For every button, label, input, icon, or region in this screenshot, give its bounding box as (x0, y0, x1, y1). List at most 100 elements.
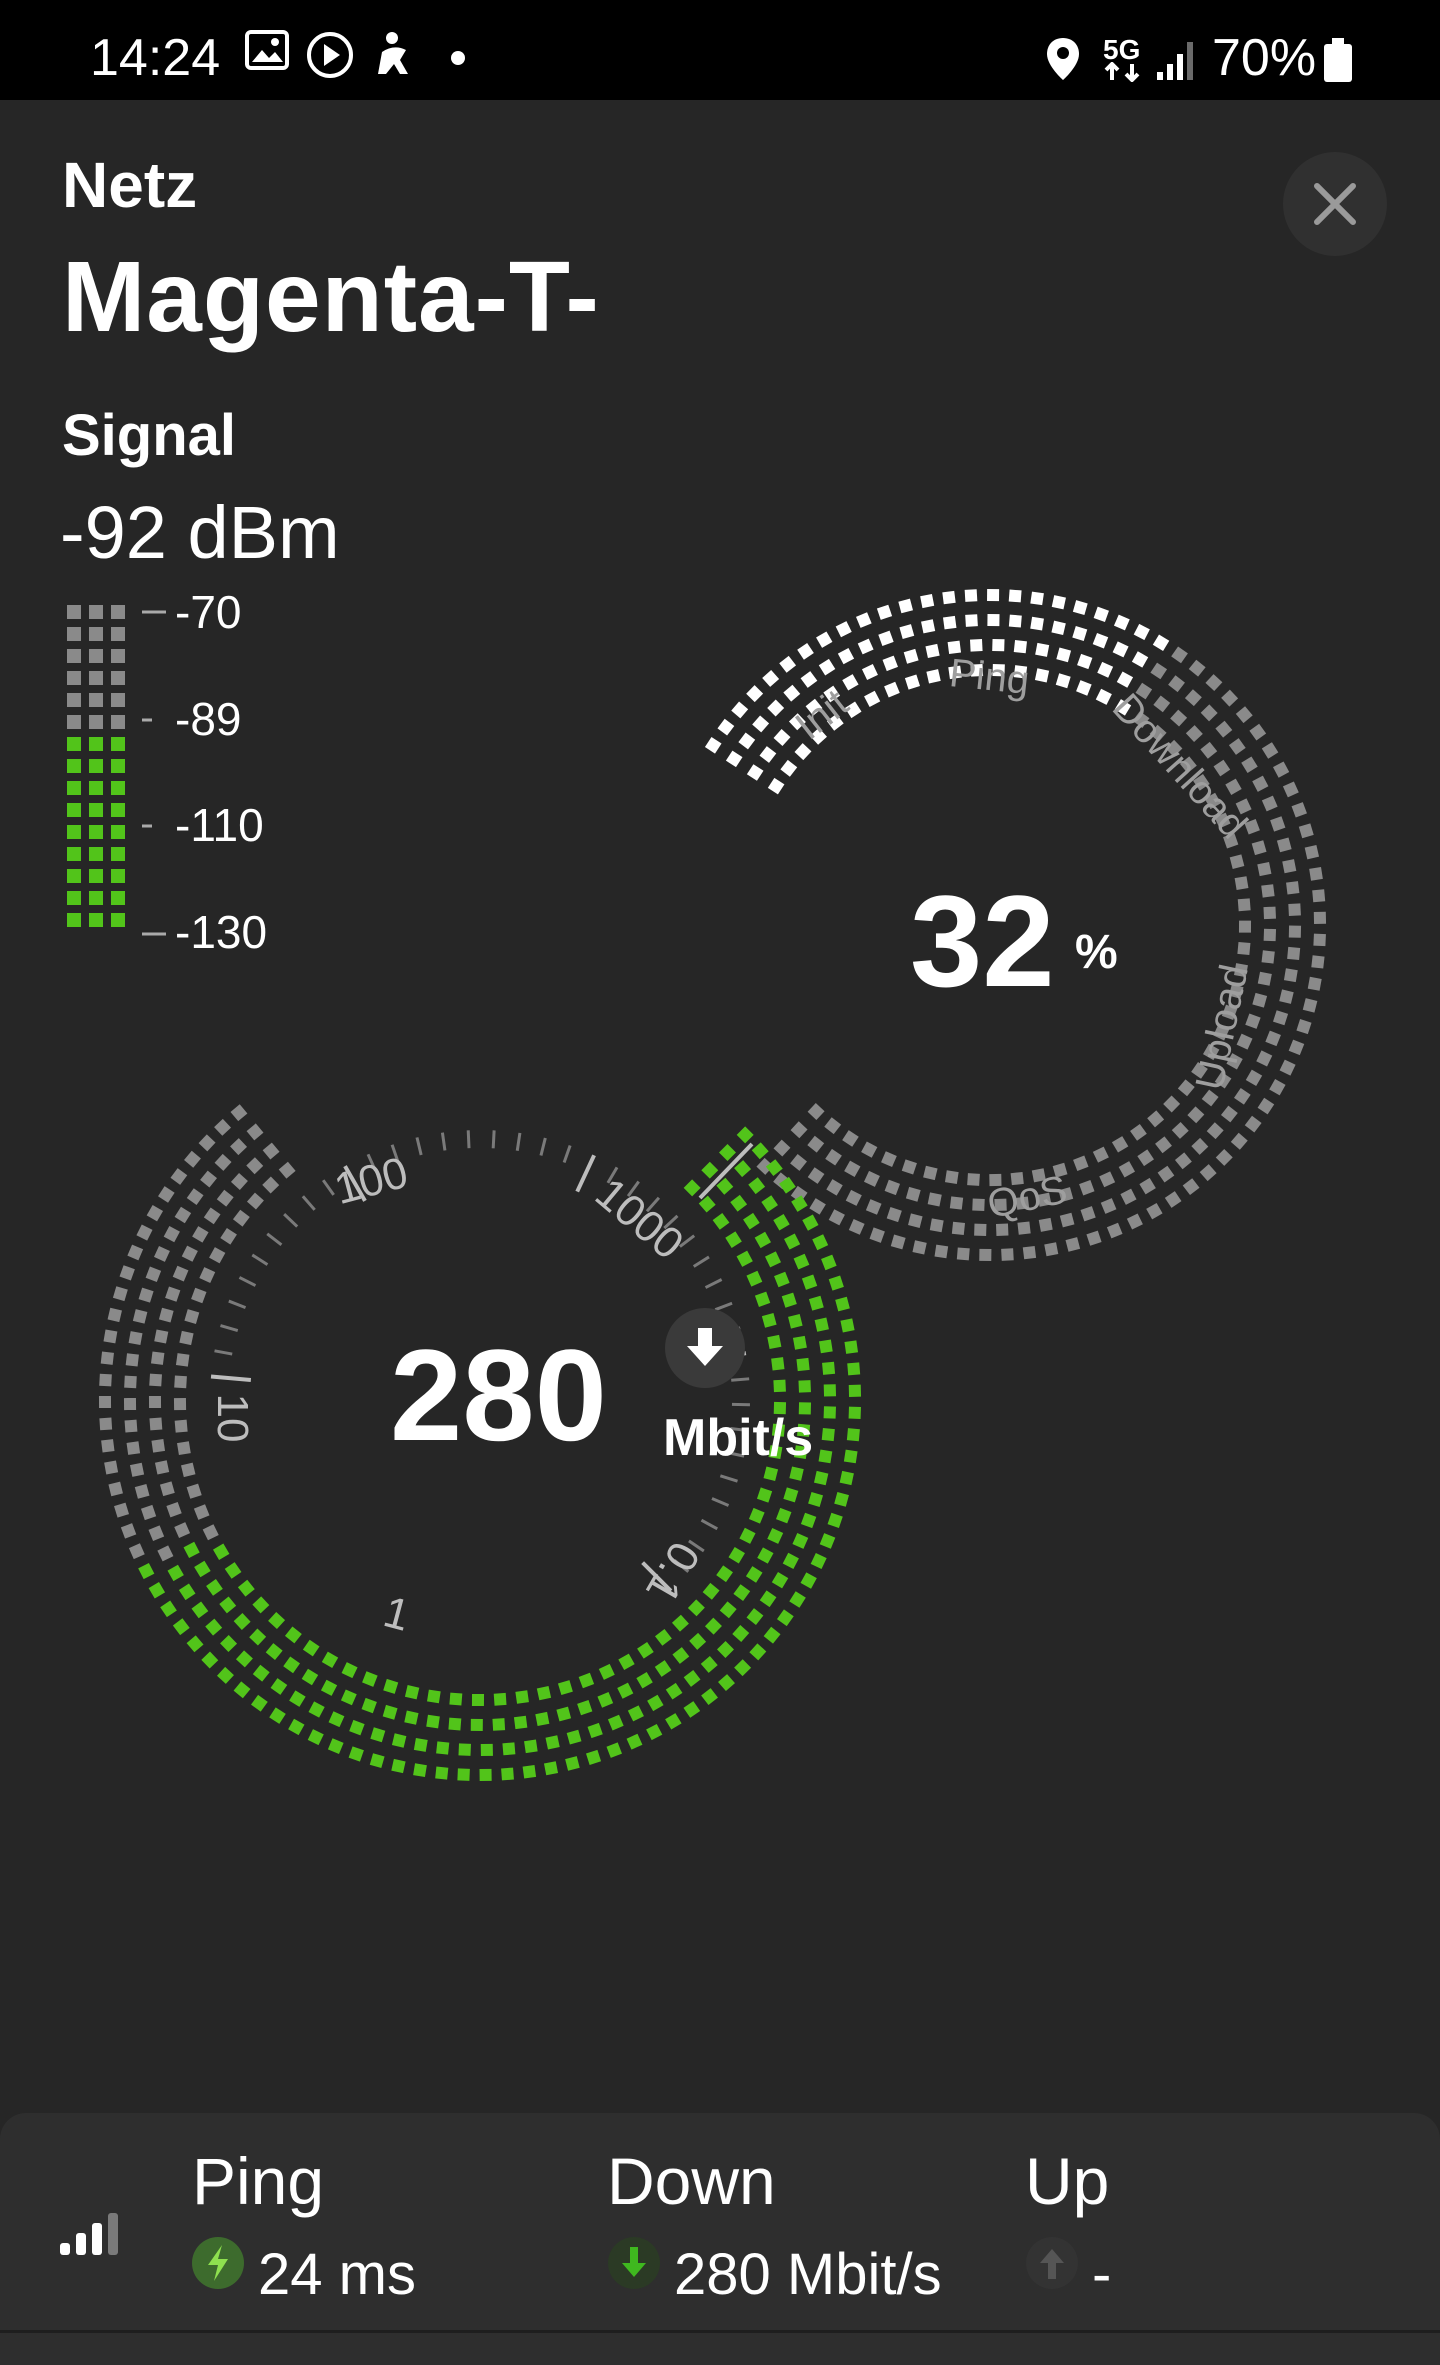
progress-dot (1017, 1221, 1031, 1235)
progress-dot (1276, 837, 1292, 853)
progress-dot (905, 1186, 921, 1202)
progress-dot (1261, 950, 1275, 964)
progress-dot (967, 1173, 980, 1186)
speed-scale-tick (228, 1299, 247, 1310)
progress-dot (1118, 1161, 1136, 1178)
progress-dot (1086, 1230, 1102, 1246)
speed-dot (773, 1214, 790, 1231)
speed-dot (665, 1713, 682, 1730)
progress-dot (1283, 968, 1298, 983)
progress-dot (929, 1218, 944, 1233)
progress-dot (807, 1103, 825, 1120)
speed-dot (163, 1225, 180, 1243)
progress-dot (1201, 1089, 1219, 1107)
progress-dot (1139, 1177, 1156, 1195)
speed-dot (246, 1192, 264, 1210)
progress-dot (844, 1160, 861, 1177)
speed-dot (220, 1634, 238, 1652)
ping-icon (192, 2237, 244, 2289)
speed-dot (839, 1470, 854, 1486)
speed-dot (773, 1379, 786, 1393)
speed-dot (230, 1104, 248, 1122)
speed-dot (308, 1701, 325, 1718)
speed-dot (767, 1527, 784, 1544)
speed-dot (813, 1470, 829, 1486)
progress-dot (1072, 600, 1088, 616)
speed-dot (230, 1172, 248, 1190)
progress-dot (1188, 659, 1206, 677)
progress-dot (783, 684, 801, 702)
speed-dot (349, 1719, 365, 1736)
speed-dot (158, 1186, 175, 1203)
speed-dot (206, 1579, 223, 1596)
speed-dot (268, 1612, 286, 1629)
speed-dot (749, 1643, 767, 1661)
progress-dot (1100, 1198, 1117, 1214)
speed-dot (739, 1527, 756, 1544)
progress-dot (807, 1135, 825, 1153)
speed-scale-tick (210, 1374, 252, 1382)
progress-dot (1092, 632, 1109, 649)
speed-dot (821, 1427, 835, 1442)
speed-dot (124, 1419, 138, 1433)
speed-dot (153, 1245, 170, 1262)
progress-dot (1257, 862, 1272, 877)
speed-dot (436, 1741, 450, 1755)
progress-dot (1168, 675, 1185, 693)
speed-dot (157, 1545, 174, 1562)
speed-dot (844, 1340, 859, 1354)
speed-dot (728, 1546, 745, 1564)
speed-dot (154, 1460, 170, 1475)
progress-dot (1307, 976, 1322, 991)
download-arrow-icon (608, 2237, 660, 2289)
speed-dot (492, 1718, 506, 1731)
progress-dot (865, 1199, 882, 1215)
speed-dot (725, 1231, 742, 1248)
progress-dot (1263, 928, 1277, 942)
speed-dot (718, 1674, 735, 1692)
speed-dot (320, 1679, 338, 1696)
speed-dot (413, 1738, 428, 1752)
speed-dot (535, 1711, 550, 1727)
progress-dot (824, 1117, 842, 1135)
progress-dot (1076, 680, 1092, 696)
speed-dot (480, 1743, 493, 1757)
speed-scale-tick (700, 1518, 718, 1531)
speed-scale-tick (692, 1255, 710, 1268)
speed-dot (822, 1361, 836, 1375)
progress-dot (912, 1240, 927, 1255)
bottom-divider (0, 2330, 1440, 2333)
down-label: Down (607, 2144, 776, 2218)
speed-dot (278, 1161, 296, 1179)
speed-dot (127, 1244, 144, 1261)
close-button[interactable] (1283, 152, 1387, 256)
progress-dot (1241, 756, 1258, 773)
speed-dot (802, 1214, 819, 1231)
speed-scale-tick (539, 1137, 547, 1156)
speed-dot (784, 1233, 801, 1250)
progress-dot (1296, 1019, 1312, 1035)
speed-scale-tick (491, 1130, 496, 1149)
speed-dot (159, 1481, 175, 1497)
speed-dot (827, 1512, 843, 1528)
speed-dot (183, 1541, 200, 1558)
speed-dot (683, 1701, 701, 1718)
progress-dot (1001, 1248, 1014, 1261)
progress-dot (1120, 1188, 1137, 1205)
progress-dot (779, 655, 797, 673)
speed-dot (269, 1707, 286, 1724)
speed-dot (834, 1491, 849, 1507)
speed-dot (701, 1688, 718, 1705)
down-value: 280 Mbit/s (674, 2242, 942, 2307)
progress-dot (1313, 933, 1326, 947)
speed-dot (756, 1487, 773, 1503)
speed-scale-label: 100 (329, 1148, 413, 1214)
progress-dot (1133, 623, 1150, 641)
progress-dot (1244, 1115, 1262, 1133)
progress-dot (1112, 641, 1129, 658)
progress-dot (890, 1234, 906, 1250)
speed-dot (607, 1714, 624, 1731)
speed-dot (754, 1291, 771, 1307)
speed-dot (174, 1206, 192, 1224)
progress-dot (861, 1141, 878, 1158)
